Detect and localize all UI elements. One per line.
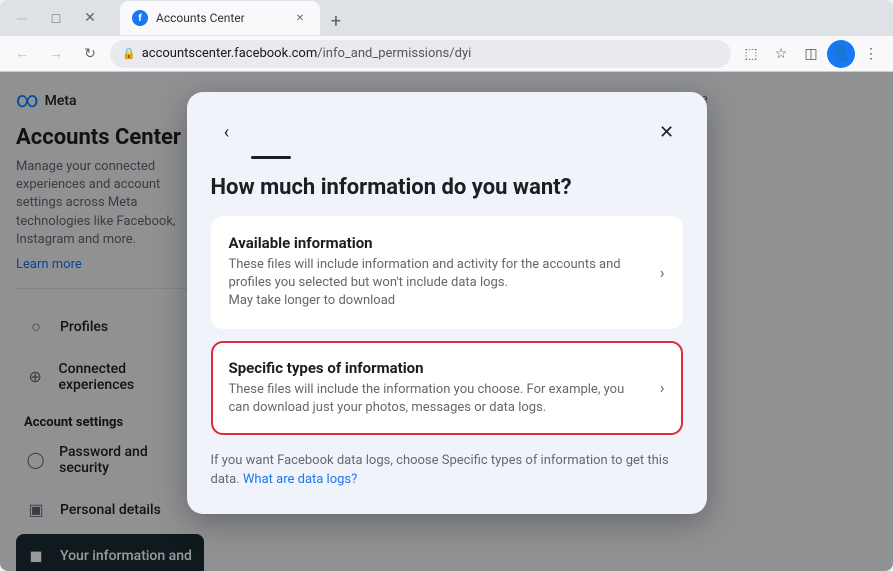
window-maximize-btn[interactable]: □ — [42, 4, 70, 32]
split-btn[interactable]: ◫ — [797, 40, 825, 68]
new-tab-button[interactable]: + — [322, 7, 350, 35]
modal-dialog: ‹ ✕ How much information do you want? Av… — [187, 92, 707, 514]
specific-types-text: Specific types of information These file… — [229, 359, 648, 417]
modal-overlay: ‹ ✕ How much information do you want? Av… — [0, 72, 893, 571]
modal-header: ‹ ✕ — [211, 116, 683, 148]
url-bar[interactable]: 🔒 accountscenter.facebook.com/info_and_p… — [110, 40, 731, 68]
modal-footer: If you want Facebook data logs, choose S… — [211, 451, 683, 490]
profile-btn[interactable]: 👤 — [827, 40, 855, 68]
address-bar: ← → ↻ 🔒 accountscenter.facebook.com/info… — [0, 36, 893, 72]
cast-btn[interactable]: ⬚ — [737, 40, 765, 68]
window-close-btn[interactable]: ✕ — [76, 4, 104, 32]
refresh-button[interactable]: ↻ — [76, 40, 104, 68]
specific-types-option[interactable]: Specific types of information These file… — [211, 341, 683, 435]
specific-types-desc: These files will include the information… — [229, 381, 648, 417]
available-info-desc: These files will include information and… — [229, 256, 648, 292]
browser-window: ─ □ ✕ f Accounts Center ✕ + ← — [0, 0, 893, 571]
specific-types-chevron-icon: › — [660, 378, 665, 397]
modal-title: How much information do you want? — [211, 175, 683, 200]
data-logs-link[interactable]: What are data logs? — [243, 472, 357, 487]
active-tab[interactable]: f Accounts Center ✕ — [120, 1, 320, 35]
page-content: ∞ Meta Accounts Center Manage your conne… — [0, 72, 893, 571]
forward-button[interactable]: → — [42, 40, 70, 68]
window-minimize-btn[interactable]: ─ — [8, 4, 36, 32]
url-lock-icon: 🔒 — [122, 47, 136, 60]
tab-bar: f Accounts Center ✕ + — [112, 1, 358, 35]
available-info-title: Available information — [229, 234, 648, 252]
tab-close-btn[interactable]: ✕ — [292, 10, 308, 26]
modal-close-button[interactable]: ✕ — [651, 116, 683, 148]
available-info-text: Available information These files will i… — [229, 234, 648, 311]
available-info-chevron-icon: › — [660, 263, 665, 282]
tab-title-label: Accounts Center — [156, 11, 284, 25]
modal-back-button[interactable]: ‹ — [211, 116, 243, 148]
url-text: accountscenter.facebook.com/info_and_per… — [142, 46, 472, 61]
browser-actions: ⬚ ☆ ◫ 👤 ⋮ — [737, 40, 885, 68]
tab-favicon-icon: f — [132, 10, 148, 26]
modal-divider — [251, 156, 291, 159]
menu-btn[interactable]: ⋮ — [857, 40, 885, 68]
back-button[interactable]: ← — [8, 40, 36, 68]
window-controls: ─ □ ✕ — [8, 4, 104, 32]
available-info-note: May take longer to download — [229, 292, 648, 310]
specific-types-title: Specific types of information — [229, 359, 648, 377]
available-information-option[interactable]: Available information These files will i… — [211, 216, 683, 329]
bookmark-btn[interactable]: ☆ — [767, 40, 795, 68]
title-bar: ─ □ ✕ f Accounts Center ✕ + — [0, 0, 893, 36]
